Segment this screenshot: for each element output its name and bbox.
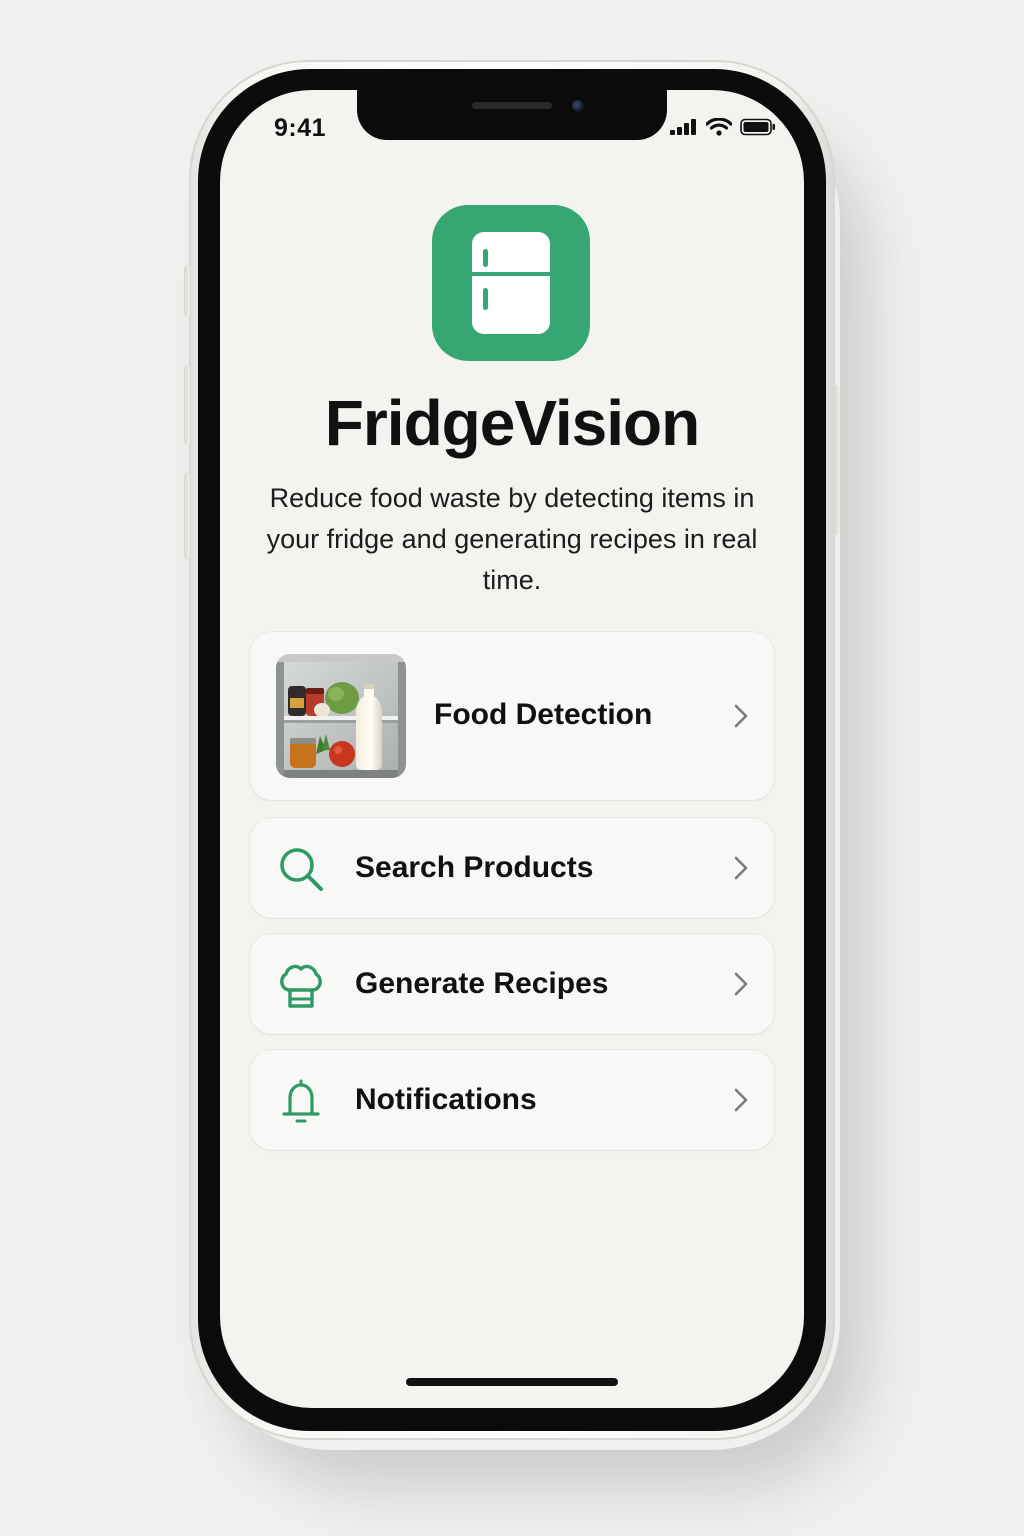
search-products-label: Search Products bbox=[355, 851, 594, 884]
status-icons bbox=[670, 118, 776, 136]
chevron-right-icon bbox=[734, 704, 748, 728]
app-title: FridgeVision bbox=[324, 387, 700, 459]
search-products-card[interactable]: Search Products bbox=[250, 818, 774, 918]
search-icon bbox=[280, 848, 323, 891]
chevron-right-icon bbox=[734, 972, 748, 996]
fridge-icon bbox=[472, 232, 550, 334]
wifi-icon bbox=[706, 118, 732, 136]
battery-icon bbox=[740, 118, 775, 136]
front-camera bbox=[572, 100, 584, 112]
volume-down-button bbox=[184, 472, 190, 560]
fridge-photo-thumbnail bbox=[276, 654, 406, 778]
screen: 9:41 FridgeVision Reduce food waste by d… bbox=[220, 90, 804, 1408]
silent-switch bbox=[184, 265, 190, 317]
status-time: 9:41 bbox=[274, 114, 327, 142]
generate-recipes-card[interactable]: Generate Recipes bbox=[250, 934, 774, 1034]
generate-recipes-label: Generate Recipes bbox=[355, 967, 609, 1000]
chevron-right-icon bbox=[734, 1088, 748, 1112]
bell-icon bbox=[282, 1079, 320, 1123]
app-icon bbox=[432, 205, 590, 361]
power-button bbox=[834, 385, 840, 535]
notifications-card[interactable]: Notifications bbox=[250, 1050, 774, 1150]
notch bbox=[357, 90, 667, 140]
chef-hat-icon bbox=[280, 964, 322, 1008]
device-mockup: 9:41 FridgeVision Reduce food waste by d… bbox=[0, 0, 1024, 1536]
earpiece-speaker bbox=[472, 102, 552, 109]
app-description: Reduce food waste by detecting items in … bbox=[266, 483, 758, 595]
volume-up-button bbox=[184, 365, 190, 445]
notifications-label: Notifications bbox=[355, 1083, 537, 1116]
food-detection-label: Food Detection bbox=[434, 698, 653, 731]
chevron-right-icon bbox=[734, 856, 748, 880]
cellular-signal-icon bbox=[670, 119, 696, 135]
food-detection-card[interactable]: Food Detection bbox=[250, 632, 774, 800]
home-indicator[interactable] bbox=[406, 1378, 618, 1386]
